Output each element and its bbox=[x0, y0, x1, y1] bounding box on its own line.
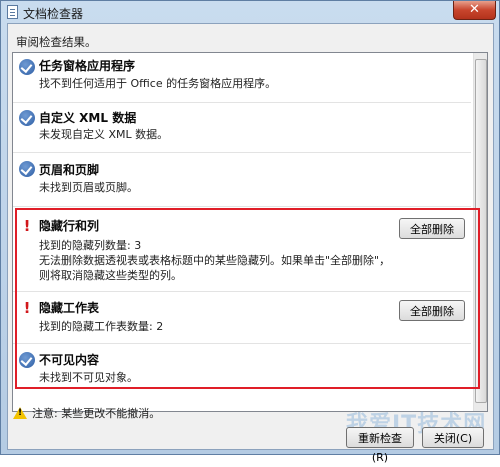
close-window-button[interactable]: ✕ bbox=[453, 1, 496, 20]
section-detail: 则将取消隐藏这些类型的列。 bbox=[39, 269, 182, 282]
results-panel: 任务窗格应用程序 找不到任何适用于 Office 的任务窗格应用程序。 自定义 … bbox=[12, 52, 488, 412]
section-title: 任务窗格应用程序 bbox=[39, 59, 136, 73]
section-hidden-worksheets: ! 隐藏工作表 找到的隐藏工作表数量: 2 全部删除 bbox=[13, 291, 471, 344]
section-task-pane-apps: 任务窗格应用程序 找不到任何适用于 Office 的任务窗格应用程序。 bbox=[13, 53, 471, 103]
warning-icon: ! bbox=[23, 299, 31, 317]
section-invisible-content: 不可见内容 未找到不可见对象。 bbox=[13, 343, 471, 403]
results-scrollbar[interactable] bbox=[473, 53, 487, 411]
document-icon bbox=[7, 5, 18, 19]
title-bar[interactable]: 文档检查器 ✕ bbox=[1, 1, 499, 23]
section-title: 页眉和页脚 bbox=[39, 163, 100, 177]
section-detail: 找到的隐藏工作表数量: 2 bbox=[39, 320, 164, 333]
section-detail: 未发现自定义 XML 数据。 bbox=[39, 128, 169, 141]
section-title: 隐藏工作表 bbox=[39, 301, 100, 315]
section-title: 隐藏行和列 bbox=[39, 219, 100, 233]
document-inspector-window: 文档检查器 ✕ 审阅检查结果。 任务窗格应用程序 找不到任何适用于 Office… bbox=[0, 0, 500, 464]
check-icon bbox=[19, 161, 35, 177]
close-button[interactable]: 关闭(C) bbox=[422, 427, 484, 448]
check-icon bbox=[19, 352, 35, 368]
section-detail: 找不到任何适用于 Office 的任务窗格应用程序。 bbox=[39, 77, 277, 90]
remove-all-hidden-columns-button[interactable]: 全部删除 bbox=[399, 218, 465, 239]
reinspect-button[interactable]: 重新检查(R) bbox=[346, 427, 414, 464]
warning-triangle-icon bbox=[13, 407, 27, 419]
check-icon bbox=[19, 59, 35, 75]
section-detail: 找到的隐藏列数量: 3 bbox=[39, 239, 142, 252]
dialog-body: 审阅检查结果。 任务窗格应用程序 找不到任何适用于 Office 的任务窗格应用… bbox=[7, 23, 494, 464]
section-custom-xml: 自定义 XML 数据 未发现自定义 XML 数据。 bbox=[13, 102, 471, 153]
section-detail: 无法删除数据透视表或表格标题中的某些隐藏列。如果单击"全部删除"， bbox=[39, 254, 391, 267]
review-results-label: 审阅检查结果。 bbox=[16, 35, 97, 49]
window-title: 文档检查器 bbox=[23, 7, 84, 21]
warning-icon: ! bbox=[23, 217, 31, 235]
section-detail: 未找到页眉或页脚。 bbox=[39, 181, 138, 194]
check-icon bbox=[19, 110, 35, 126]
remove-all-hidden-worksheets-button[interactable]: 全部删除 bbox=[399, 300, 465, 321]
note-text: 注意: 某些更改不能撤消。 bbox=[32, 407, 161, 420]
section-detail: 未找到不可见对象。 bbox=[39, 371, 138, 384]
scroll-thumb[interactable] bbox=[475, 59, 487, 403]
section-title: 不可见内容 bbox=[39, 353, 100, 367]
section-header-footer: 页眉和页脚 未找到页眉或页脚。 bbox=[13, 152, 471, 207]
section-title: 自定义 XML 数据 bbox=[39, 111, 137, 125]
section-hidden-rows-columns: ! 隐藏行和列 找到的隐藏列数量: 3 无法删除数据透视表或表格标题中的某些隐藏… bbox=[13, 206, 471, 292]
